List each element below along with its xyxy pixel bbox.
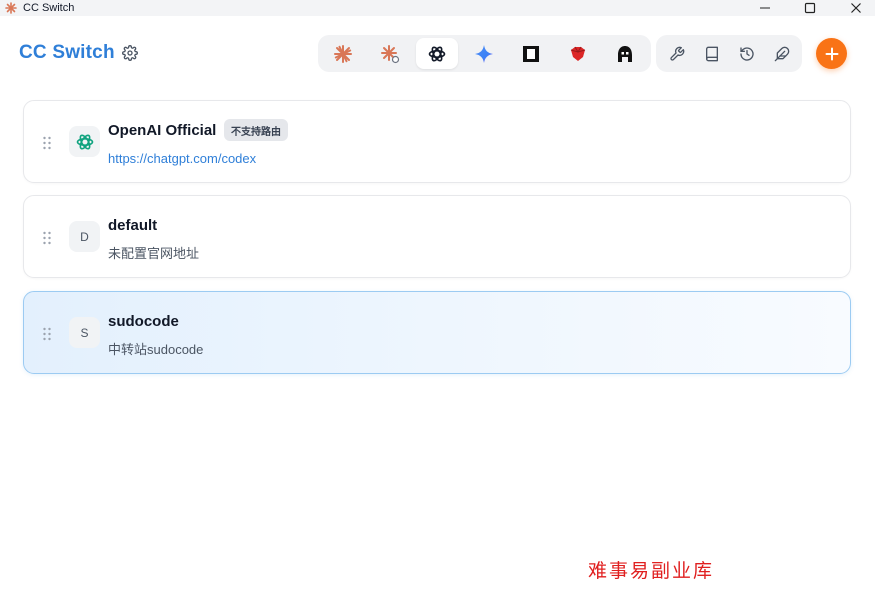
provider-name: OpenAI Official	[108, 122, 217, 139]
minimize-button[interactable]	[745, 0, 785, 16]
watermark-text: 难事易副业库	[588, 560, 715, 582]
routing-badge: 不支持路由	[224, 119, 288, 141]
app-tab-gemini[interactable]	[463, 38, 505, 69]
provider-subtitle: 未配置官网地址	[108, 246, 200, 261]
maximize-button[interactable]	[790, 0, 830, 16]
provider-subtitle: 中转站sudocode	[108, 342, 204, 357]
library-button[interactable]	[699, 41, 725, 66]
gear-icon	[122, 45, 138, 61]
close-icon	[851, 3, 861, 13]
provider-url-link[interactable]: https://chatgpt.com/codex	[108, 151, 256, 167]
settings-button[interactable]	[121, 44, 139, 62]
title-bar: CC Switch	[0, 0, 875, 16]
provider-card-active[interactable]: S sudocode 中转站sudocode	[23, 291, 851, 374]
drag-handle-icon[interactable]	[42, 136, 52, 150]
skills-button[interactable]	[769, 41, 795, 66]
provider-card[interactable]: OpenAI Official 不支持路由 https://chatgpt.co…	[23, 100, 851, 183]
openai-icon	[428, 46, 446, 61]
claude-starburst-badge-icon	[381, 44, 400, 63]
wrench-icon	[670, 46, 685, 61]
gemini-sparkle-icon	[475, 44, 493, 63]
claude-starburst-icon	[334, 44, 352, 63]
tool-group	[656, 35, 802, 72]
app-tab-7[interactable]	[604, 38, 646, 69]
provider-name: default	[108, 217, 158, 234]
close-button[interactable]	[836, 0, 875, 16]
openai-icon	[76, 134, 93, 149]
history-icon	[740, 46, 754, 61]
red-gem-icon	[570, 46, 586, 61]
plus-icon	[825, 47, 838, 60]
tools-button[interactable]	[664, 41, 690, 66]
provider-avatar	[69, 126, 100, 157]
app-tab-claude[interactable]	[322, 38, 364, 69]
app-title: CC Switch	[19, 42, 115, 63]
app-tab-6[interactable]	[557, 38, 599, 69]
character-head-icon	[618, 45, 632, 62]
provider-name: sudocode	[108, 313, 179, 330]
provider-card[interactable]: D default 未配置官网地址	[23, 195, 851, 278]
provider-avatar: D	[69, 221, 100, 252]
app-tab-codex[interactable]	[416, 38, 458, 69]
provider-avatar: S	[69, 317, 100, 348]
drag-handle-icon[interactable]	[42, 327, 52, 341]
book-icon	[706, 46, 718, 61]
app-tab-5[interactable]	[510, 38, 552, 69]
add-provider-button[interactable]	[816, 38, 847, 69]
minimize-icon	[760, 7, 770, 9]
maximize-icon	[804, 2, 816, 14]
window-title: CC Switch	[23, 2, 75, 14]
app-tab-claude-variant[interactable]	[369, 38, 411, 69]
app-switcher	[318, 35, 651, 72]
history-button[interactable]	[734, 41, 760, 66]
app-logo-icon	[5, 2, 17, 14]
drag-handle-icon[interactable]	[42, 231, 52, 245]
feather-icon	[774, 46, 790, 61]
square-frame-icon	[523, 45, 539, 62]
